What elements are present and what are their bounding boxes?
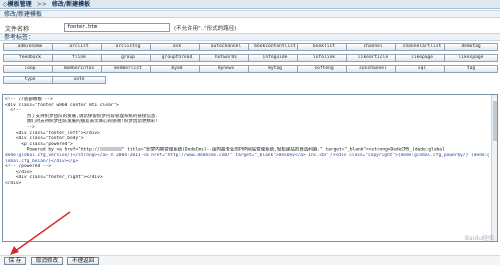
tag-button[interactable]: demotag bbox=[444, 43, 498, 51]
tag-button[interactable]: infoguide bbox=[248, 54, 302, 62]
code-line: dede:global.cfg_version/}</strong></a> ©… bbox=[5, 152, 489, 158]
tag-button[interactable]: autochannel bbox=[199, 43, 253, 51]
back-button[interactable]: 不理返回 bbox=[67, 257, 99, 265]
tag-button[interactable]: booklist bbox=[297, 43, 351, 51]
tag-button[interactable]: likearticle bbox=[346, 54, 400, 62]
tag-button[interactable]: myad bbox=[150, 65, 204, 73]
action-bar: 保 存 取消修改 不理返回 bbox=[0, 255, 500, 265]
section-header: 修改/新建模板 bbox=[0, 10, 500, 18]
tag-button[interactable]: channel bbox=[346, 43, 400, 51]
tag-button[interactable]: infolink bbox=[297, 54, 351, 62]
tag-button[interactable]: adminname bbox=[3, 43, 57, 51]
tags-header: 参考标签： bbox=[0, 33, 500, 41]
breadcrumb-module[interactable]: ◇模板管理 bbox=[3, 1, 32, 8]
tag-button[interactable]: likespage bbox=[444, 54, 498, 62]
tag-button[interactable]: channelartlist bbox=[395, 43, 449, 51]
save-button[interactable]: 保 存 bbox=[4, 257, 26, 265]
tag-button[interactable]: feedback bbox=[3, 54, 57, 62]
tag-button[interactable]: vote bbox=[52, 76, 106, 84]
scrollbar-thumb[interactable] bbox=[493, 101, 497, 141]
redacted-url bbox=[99, 147, 122, 152]
tag-button[interactable]: mytag bbox=[248, 65, 302, 73]
reference-tag-grid: adminname arclist arclistsg ask autochan… bbox=[3, 43, 498, 91]
tag-button[interactable]: flink bbox=[52, 54, 106, 62]
vertical-scrollbar[interactable] bbox=[491, 95, 497, 241]
tag-button[interactable]: groupthread bbox=[150, 54, 204, 62]
tag-button[interactable]: memberlist bbox=[101, 65, 155, 73]
code-line: </div> bbox=[5, 180, 22, 186]
tag-button[interactable]: arclistsg bbox=[101, 43, 155, 51]
cancel-edit-button[interactable]: 取消修改 bbox=[31, 257, 63, 265]
tag-button[interactable]: bookcontentlist bbox=[248, 43, 302, 51]
tag-button[interactable]: sql bbox=[395, 65, 449, 73]
tag-button[interactable]: type bbox=[3, 76, 57, 84]
breadcrumb-separator: >> bbox=[36, 1, 47, 8]
breadcrumb: ◇模板管理 >> 修改/新建模板 bbox=[0, 0, 500, 9]
tag-button[interactable]: sonchannel bbox=[346, 65, 400, 73]
tag-button[interactable]: tag bbox=[444, 65, 498, 73]
tag-button[interactable]: hotwords bbox=[199, 54, 253, 62]
breadcrumb-page: 修改/新建模板 bbox=[51, 1, 91, 8]
code-content[interactable]: <!-- //底部模板 --> <div class="footer w960 … bbox=[5, 97, 489, 187]
tag-button[interactable]: arclist bbox=[52, 43, 106, 51]
file-name-input[interactable]: footer.htm bbox=[64, 23, 170, 32]
tag-button[interactable]: group bbox=[101, 54, 155, 62]
section-title: 修改/新建模板 bbox=[4, 11, 43, 18]
tag-button[interactable]: mynews bbox=[199, 65, 253, 73]
tags-title: 参考标签： bbox=[4, 34, 35, 41]
watermark: Baidu经验 bbox=[416, 234, 494, 254]
file-name-hint: (不允许用".."形式的路径) bbox=[174, 26, 237, 32]
file-name-label: 文件名称 bbox=[5, 26, 30, 33]
watermark-text: Baidu经验 bbox=[464, 235, 494, 242]
arrow-head bbox=[10, 246, 19, 255]
template-code-editor[interactable]: <!-- //底部模板 --> <div class="footer w960 … bbox=[2, 94, 498, 242]
tag-button[interactable]: memberinfos bbox=[52, 65, 106, 73]
tag-button[interactable]: softeng bbox=[297, 65, 351, 73]
tag-button[interactable]: loop bbox=[3, 65, 57, 73]
tag-button[interactable]: likepage bbox=[395, 54, 449, 62]
tag-button[interactable]: ask bbox=[150, 43, 204, 51]
